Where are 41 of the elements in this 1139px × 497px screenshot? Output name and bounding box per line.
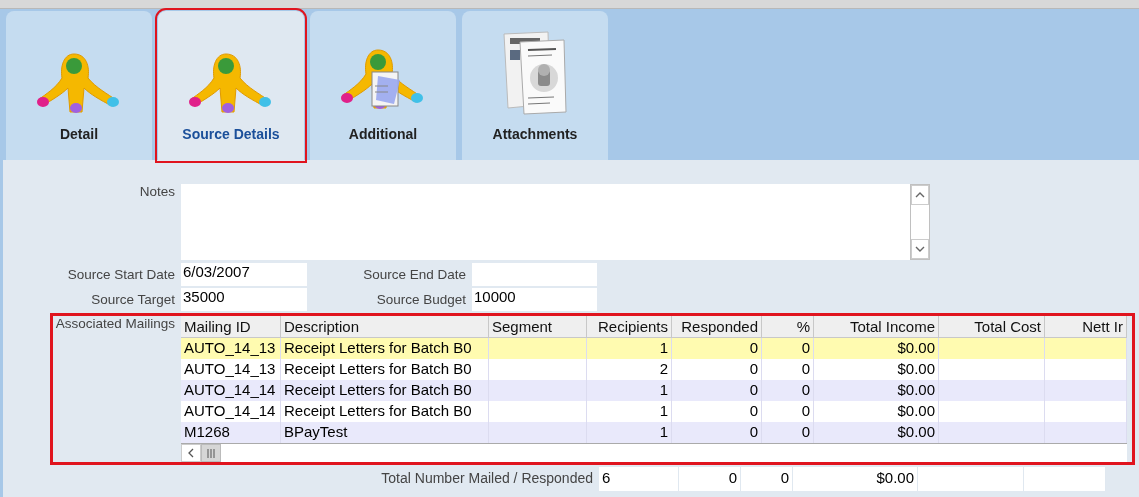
total-field: 0 xyxy=(741,467,793,491)
input-field[interactable]: 35000 xyxy=(181,288,307,311)
scrollbar[interactable] xyxy=(910,184,930,260)
column-header[interactable]: % xyxy=(762,316,814,338)
table-row[interactable]: M1268 BPayTest 1 0 0 $0.00 xyxy=(181,422,1127,443)
input-field[interactable]: 10000 xyxy=(472,288,597,311)
total-field: 6 xyxy=(599,467,679,491)
field-label: Source Target xyxy=(90,292,176,307)
table-row[interactable]: AUTO_14_13 Receipt Letters for Batch B0 1 0 0 $0.00 xyxy=(181,338,1127,359)
field-label: Notes xyxy=(138,184,176,199)
field-label: Associated Mailings xyxy=(54,316,176,333)
total-field: 0 xyxy=(679,467,741,491)
column-header[interactable]: Description xyxy=(281,316,489,338)
scroll-thumb[interactable] xyxy=(201,444,221,462)
table-row[interactable]: AUTO_14_14 Receipt Letters for Batch B0 1 0 0 $0.00 xyxy=(181,401,1127,422)
scroll-up-icon[interactable] xyxy=(915,192,925,198)
column-header[interactable]: Recipients xyxy=(587,316,672,338)
input-field[interactable] xyxy=(472,263,597,286)
tab[interactable]: Attachments xyxy=(462,11,608,160)
tab[interactable]: Source Details xyxy=(158,11,304,160)
totals-label: Total Number Mailed / Responded xyxy=(380,469,594,488)
column-header[interactable]: Responded xyxy=(672,316,762,338)
field-label: Source Start Date xyxy=(66,267,176,282)
column-header[interactable]: Segment xyxy=(489,316,587,338)
tab[interactable]: Additional xyxy=(310,11,456,160)
input-field[interactable]: 6/03/2007 xyxy=(181,263,307,286)
scroll-left-icon[interactable] xyxy=(188,448,194,458)
horizontal-scrollbar[interactable] xyxy=(181,443,1127,462)
total-field: $0.00 xyxy=(793,467,918,491)
column-header[interactable]: Total Income xyxy=(814,316,939,338)
table-row[interactable]: AUTO_14_14 Receipt Letters for Batch B0 1 0 0 $0.00 xyxy=(181,380,1127,401)
table-row[interactable]: AUTO_14_13 Receipt Letters for Batch B0 2 0 0 $0.00 xyxy=(181,359,1127,380)
notes-field[interactable] xyxy=(181,184,930,260)
documents-pushpin-icon xyxy=(500,28,570,116)
column-header[interactable]: Mailing ID xyxy=(181,316,281,338)
scroll-down-icon[interactable] xyxy=(915,246,925,252)
field-label: Source Budget xyxy=(375,292,467,307)
column-header[interactable]: Total Cost xyxy=(939,316,1045,338)
field-label: Source End Date xyxy=(362,267,467,282)
column-header[interactable]: Nett Ir xyxy=(1045,316,1127,338)
tab[interactable]: Detail xyxy=(6,11,152,160)
